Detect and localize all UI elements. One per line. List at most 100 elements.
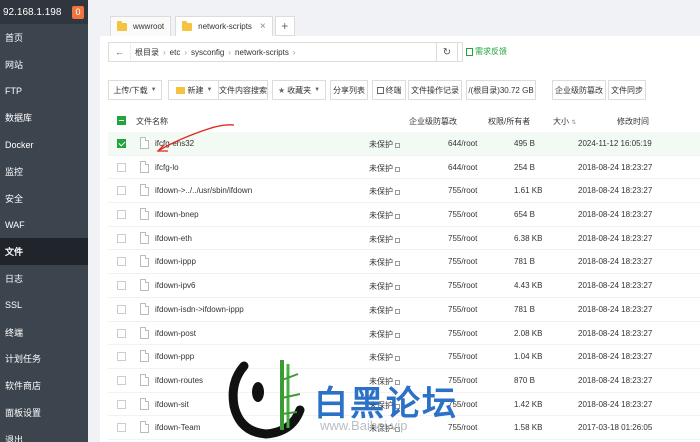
protect-status[interactable]: 未保护: [369, 163, 400, 174]
lock-icon: [395, 143, 400, 148]
row-checkbox[interactable]: [117, 233, 126, 243]
operation-log-button[interactable]: 文件操作记录: [408, 80, 462, 100]
sidebar-item[interactable]: 日志: [0, 265, 88, 292]
new-button[interactable]: 新建 ▼: [168, 80, 220, 100]
column-protect[interactable]: 企业级防篡改: [409, 116, 457, 127]
protect-status[interactable]: 未保护: [369, 139, 400, 150]
content-search-button[interactable]: 文件内容搜索: [218, 80, 268, 100]
file-name[interactable]: ifcfg-lo: [155, 163, 179, 172]
breadcrumb-root[interactable]: 根目录: [131, 47, 163, 58]
feedback-link[interactable]: 需求反馈: [466, 46, 507, 57]
file-size: 1.61 KB: [514, 186, 543, 196]
file-permission[interactable]: 755/root: [448, 234, 477, 243]
file-permission[interactable]: 755/root: [448, 210, 477, 219]
close-icon[interactable]: ×: [260, 21, 266, 32]
row-checkbox[interactable]: [117, 162, 126, 172]
protect-status[interactable]: 未保护: [369, 186, 400, 197]
sidebar-item[interactable]: 面板设置: [0, 399, 88, 426]
file-name[interactable]: ifdown-isdn->ifdown-ippp: [155, 305, 244, 314]
file-permission[interactable]: 755/root: [448, 186, 477, 195]
row-checkbox[interactable]: [117, 139, 126, 148]
row-checkbox[interactable]: [117, 423, 126, 433]
file-permission[interactable]: 755/root: [448, 257, 477, 266]
row-checkbox[interactable]: [117, 257, 126, 267]
table-row[interactable]: ifdown-ipv6 未保护 755/root 4.43 KB 2018-08-24 …: [108, 274, 700, 298]
file-sync-button[interactable]: 文件同步: [608, 80, 646, 100]
breadcrumb-etc[interactable]: etc: [166, 48, 185, 57]
row-checkbox[interactable]: [117, 352, 126, 362]
column-mtime[interactable]: 修改时间: [617, 116, 649, 127]
table-row[interactable]: ifdown->../../usr/sbin/ifdown 未保护 755/root…: [108, 179, 700, 204]
share-list-button[interactable]: 分享列表: [330, 80, 368, 100]
refresh-button[interactable]: ↻: [436, 42, 458, 62]
lock-icon: [395, 285, 400, 291]
file-name[interactable]: ifdown-post: [155, 329, 196, 338]
row-checkbox[interactable]: [117, 304, 126, 314]
protect-status[interactable]: 未保护: [369, 329, 400, 340]
sidebar-item[interactable]: 首页: [0, 24, 88, 51]
protect-status[interactable]: 未保护: [369, 234, 400, 245]
breadcrumb-network-scripts[interactable]: network-scripts: [231, 48, 293, 57]
table-row[interactable]: ifdown-bnep 未保护 755/root 654 B 2018-08-24 18…: [108, 203, 700, 227]
protect-status[interactable]: 未保护: [369, 305, 400, 316]
file-size: 870 B: [514, 375, 535, 385]
sidebar-item[interactable]: WAF: [0, 212, 88, 239]
file-permission[interactable]: 755/root: [448, 329, 477, 338]
table-row[interactable]: ifdown-eth 未保护 755/root 6.38 KB 2018-08-24 1…: [108, 227, 700, 251]
breadcrumb-sysconfig[interactable]: sysconfig: [187, 48, 228, 57]
file-icon: [140, 302, 149, 315]
tab-wwwroot[interactable]: wwwroot: [110, 16, 172, 36]
file-permission[interactable]: 755/root: [448, 305, 477, 314]
disk-usage-button[interactable]: /(根目录)30.72 GB: [466, 80, 536, 100]
tab-network-scripts[interactable]: network-scripts ×: [175, 16, 273, 36]
row-checkbox[interactable]: [117, 375, 126, 385]
upload-download-button[interactable]: 上传/下载 ▼: [108, 80, 162, 100]
file-icon: [140, 255, 149, 268]
row-checkbox[interactable]: [117, 281, 126, 291]
back-arrow-icon[interactable]: ←: [109, 43, 131, 61]
sidebar-item[interactable]: 文件: [0, 238, 88, 266]
table-row[interactable]: ifdown-isdn->ifdown-ippp 未保护 755/root 781 B…: [108, 298, 700, 322]
select-all-checkbox[interactable]: [117, 116, 126, 125]
column-size[interactable]: 大小 ⇅: [553, 116, 576, 127]
file-name[interactable]: ifdown-ippp: [155, 257, 196, 266]
sidebar-item[interactable]: 安全: [0, 185, 88, 212]
table-row[interactable]: ifdown-post 未保护 755/root 2.08 KB 2018-08-24 …: [108, 322, 700, 346]
file-name[interactable]: ifdown-ppp: [155, 352, 194, 361]
table-row[interactable]: ifdown-ippp 未保护 755/root 781 B 2018-08-24 18…: [108, 250, 700, 275]
protect-status[interactable]: 未保护: [369, 257, 400, 268]
file-name[interactable]: ifdown-sit: [155, 400, 189, 409]
sidebar-item[interactable]: SSL: [0, 292, 88, 319]
protect-status[interactable]: 未保护: [369, 281, 400, 292]
notification-badge[interactable]: 0: [72, 5, 84, 19]
file-name[interactable]: ifdown-routes: [155, 376, 203, 385]
protect-status[interactable]: 未保护: [369, 210, 400, 221]
row-checkbox[interactable]: [117, 328, 126, 338]
sidebar-item[interactable]: 终端: [0, 319, 88, 346]
file-name[interactable]: ifdown->../../usr/sbin/ifdown: [155, 186, 252, 195]
sidebar-item[interactable]: FTP: [0, 78, 88, 105]
sidebar-item[interactable]: 数据库: [0, 104, 88, 131]
sidebar-item[interactable]: Docker: [0, 131, 88, 158]
sidebar-item[interactable]: 退出: [0, 426, 88, 442]
row-checkbox[interactable]: [117, 399, 126, 409]
row-checkbox[interactable]: [117, 210, 126, 220]
file-name[interactable]: ifdown-bnep: [155, 210, 199, 219]
terminal-button[interactable]: 终端: [372, 80, 406, 100]
row-checkbox[interactable]: [117, 186, 126, 196]
file-name[interactable]: ifdown-eth: [155, 234, 192, 243]
sidebar-item[interactable]: 监控: [0, 158, 88, 185]
file-permission[interactable]: 644/root: [448, 139, 477, 148]
column-perm[interactable]: 权限/所有者: [488, 116, 530, 127]
file-name[interactable]: ifdown-ipv6: [155, 281, 195, 290]
sidebar-item[interactable]: 软件商店: [0, 372, 88, 399]
file-permission[interactable]: 755/root: [448, 281, 477, 290]
path-bar[interactable]: ← 根目录 › etc › sysconfig › network-script…: [108, 42, 463, 62]
add-tab-button[interactable]: +: [274, 16, 295, 36]
favorites-button[interactable]: ★ 收藏夹 ▼: [272, 80, 326, 100]
sidebar-item[interactable]: 计划任务: [0, 346, 88, 373]
file-name[interactable]: ifdown-Team: [155, 423, 200, 432]
file-permission[interactable]: 644/root: [448, 163, 477, 172]
enterprise-tamper-button[interactable]: 企业级防篡改: [552, 80, 606, 100]
sidebar-item[interactable]: 网站: [0, 51, 88, 78]
